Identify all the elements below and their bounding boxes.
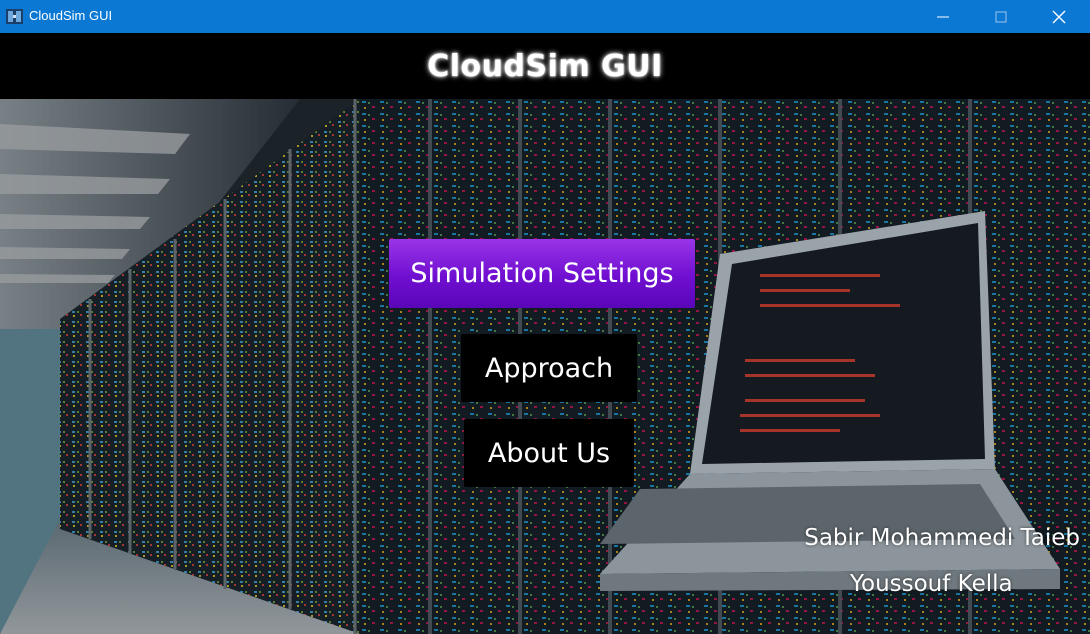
- author-name-2: Youssouf Kella: [850, 571, 1013, 597]
- minimize-button[interactable]: [914, 0, 972, 33]
- about-us-button[interactable]: About Us: [464, 419, 634, 487]
- about-us-label: About Us: [487, 437, 611, 469]
- simulation-settings-label: Simulation Settings: [410, 258, 674, 289]
- author-name-1: Sabir Mohammedi Taieb: [804, 525, 1080, 551]
- maximize-icon: [995, 11, 1007, 23]
- approach-label: Approach: [484, 352, 614, 384]
- approach-button[interactable]: Approach: [461, 334, 637, 402]
- close-icon: [1052, 10, 1066, 24]
- app-header: CloudSim GUI: [0, 33, 1090, 99]
- close-button[interactable]: [1030, 0, 1088, 33]
- minimize-icon: [937, 16, 949, 18]
- app-icon: [6, 9, 23, 24]
- window-title: CloudSim GUI: [29, 8, 113, 23]
- window-title-bar[interactable]: CloudSim GUI: [0, 0, 1090, 33]
- simulation-settings-button[interactable]: Simulation Settings: [389, 239, 695, 308]
- maximize-button[interactable]: [972, 0, 1030, 33]
- app-title: CloudSim GUI: [427, 48, 663, 84]
